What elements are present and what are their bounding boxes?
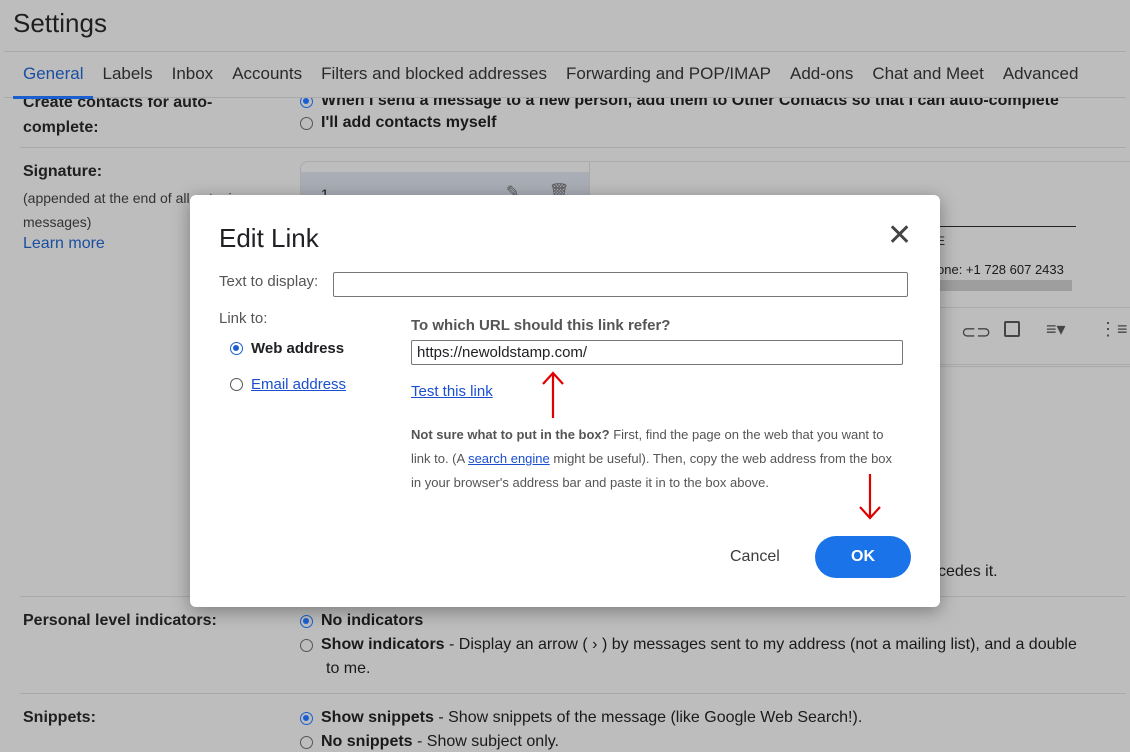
personal-show-indicators[interactable]: Show indicators - Display an arrow ( › )…	[300, 636, 1077, 654]
email-address-option[interactable]: Email address	[230, 376, 346, 393]
signature-preview-bar	[937, 280, 1072, 291]
radio[interactable]	[300, 116, 313, 130]
snippets-none[interactable]: No snippets - Show subject only.	[300, 733, 559, 751]
page-title: Settings	[13, 8, 107, 38]
tab-inbox[interactable]: Inbox	[172, 64, 214, 84]
test-link[interactable]: Test this link	[411, 383, 493, 400]
snippets-label: Snippets:	[23, 709, 96, 726]
insert-image-icon[interactable]	[1004, 321, 1020, 337]
link-to-label: Link to:	[219, 310, 268, 327]
tab-accounts[interactable]: Accounts	[232, 64, 302, 84]
radio-selected[interactable]	[300, 711, 313, 725]
tab-labels[interactable]: Labels	[102, 64, 152, 84]
annotation-arrow-up-icon	[542, 371, 564, 418]
help-text: Not sure what to put in the box? First, …	[411, 427, 893, 490]
personal-indicators-label: Personal level indicators:	[23, 612, 217, 629]
radio[interactable]	[300, 638, 313, 652]
dialog-title: Edit Link	[219, 223, 319, 253]
web-address-option[interactable]: Web address	[230, 340, 344, 357]
tab-advanced[interactable]: Advanced	[1003, 64, 1079, 84]
active-tab-indicator	[13, 96, 93, 99]
radio[interactable]	[230, 378, 243, 391]
annotation-arrow-down-icon	[859, 474, 881, 520]
radio[interactable]	[300, 735, 313, 749]
signature-label: Signature:	[23, 163, 103, 180]
signature-rule	[921, 226, 1076, 227]
tab-general[interactable]: General	[23, 64, 83, 84]
url-input[interactable]	[411, 340, 903, 365]
snippets-show[interactable]: Show snippets - Show snippets of the mes…	[300, 709, 862, 727]
tab-chat-meet[interactable]: Chat and Meet	[872, 64, 984, 84]
signature-preview-phone: one: +1 728 607 2433	[937, 262, 1064, 277]
align-icon[interactable]: ≡▾	[1046, 319, 1066, 340]
contacts-option-manual[interactable]: I'll add contacts myself	[300, 114, 496, 132]
search-engine-link[interactable]: search engine	[468, 451, 550, 466]
tab-forwarding[interactable]: Forwarding and POP/IMAP	[566, 64, 771, 84]
learn-more-link[interactable]: Learn more	[23, 235, 105, 253]
cancel-button[interactable]: Cancel	[730, 548, 780, 566]
personal-no-indicators[interactable]: No indicators	[300, 612, 423, 630]
text-to-display-label: Text to display:	[219, 273, 319, 290]
insert-link-icon[interactable]: ⊂⊃	[961, 322, 991, 343]
numbered-list-icon[interactable]: ⋮≡	[1099, 319, 1128, 340]
url-question: To which URL should this link refer?	[411, 317, 671, 334]
divider	[4, 51, 1126, 52]
ok-button[interactable]: OK	[815, 536, 911, 578]
radio-selected[interactable]	[300, 614, 313, 628]
radio-selected[interactable]	[300, 98, 313, 108]
contacts-option-auto[interactable]: When I send a message to a new person, a…	[300, 98, 1059, 110]
contacts-label: Create contacts for auto-complete:	[23, 98, 213, 136]
settings-tabs: General Labels Inbox Accounts Filters an…	[23, 64, 1097, 84]
tab-addons[interactable]: Add-ons	[790, 64, 853, 84]
signature-trailing-text: cedes it.	[938, 563, 998, 580]
tab-filters[interactable]: Filters and blocked addresses	[321, 64, 547, 84]
divider	[20, 693, 1126, 694]
personal-indicators-cont: to me.	[326, 660, 371, 677]
radio-selected[interactable]	[230, 342, 243, 355]
close-icon[interactable]: ✕	[887, 221, 912, 251]
divider	[20, 147, 1126, 148]
text-to-display-input[interactable]	[333, 272, 908, 297]
